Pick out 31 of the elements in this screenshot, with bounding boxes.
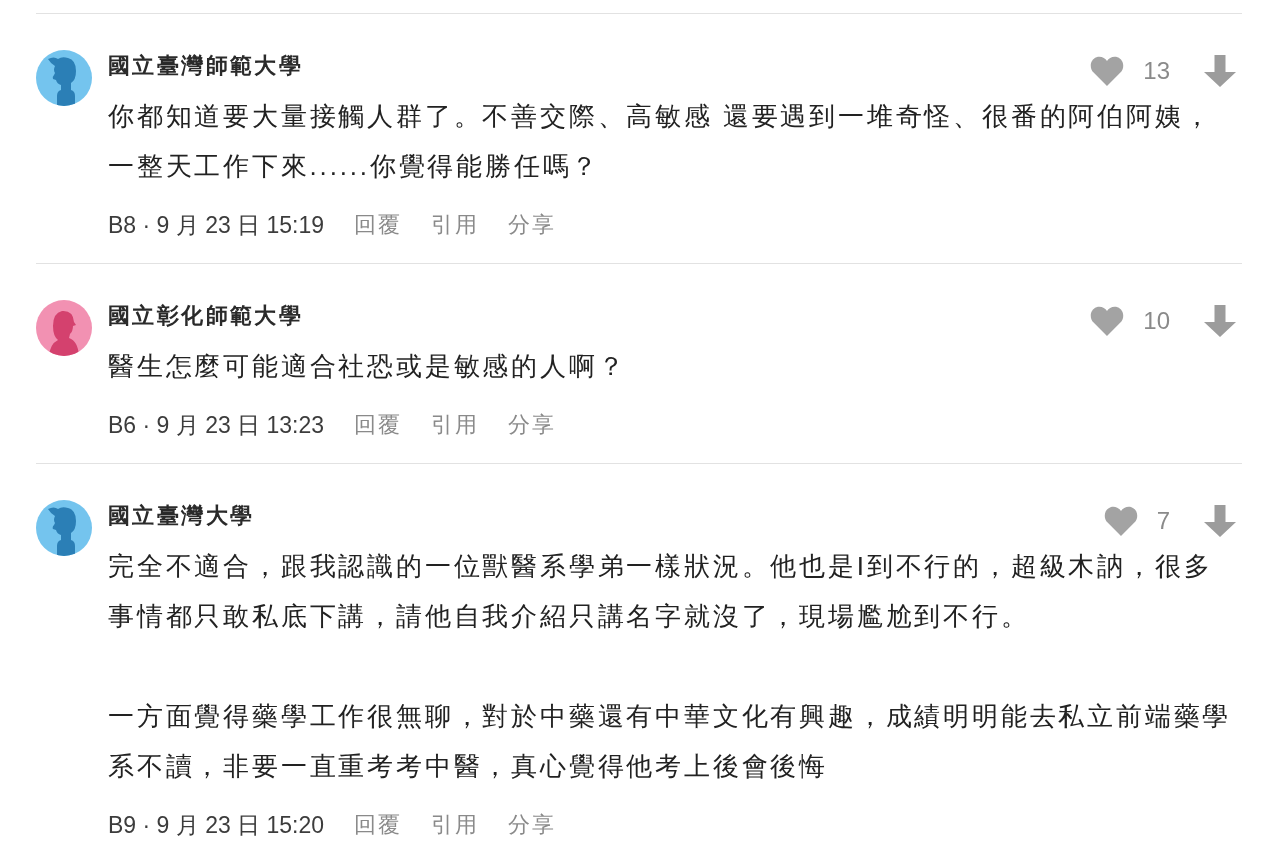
comment-text: 醫生怎麼可能適合社恐或是敏感的人啊？ [108,350,628,383]
author-name: 國立臺灣大學 [108,502,255,530]
action-link[interactable]: 分享 [508,208,556,242]
action-link[interactable]: 回覆 [354,408,402,442]
action-link[interactable]: 引用 [431,408,479,442]
action-link[interactable]: 分享 [508,408,556,442]
post-info: B9 · 9 月 23 日 15:20 [108,811,325,840]
comment-text: 一方面覺得藥學工作很無聊，對於中藥還有中華文化有興趣，成績明明能去私立前端藥學系不讀，非要一直重考考中醫，真心覺得他考上後會後悔 [108,700,1233,783]
down-arrow-icon[interactable] [1204,505,1236,537]
heart-icon[interactable] [1103,506,1138,536]
heart-icon[interactable] [1090,306,1125,336]
avatar-icon [36,300,92,356]
down-arrow-icon[interactable] [1204,305,1236,337]
action-link[interactable]: 引用 [431,208,479,242]
like-count: 7 [1156,506,1170,536]
action-link[interactable]: 分享 [508,808,556,842]
action-link[interactable]: 回覆 [354,808,402,842]
down-arrow-icon[interactable] [1204,55,1236,87]
action-link[interactable]: 回覆 [354,208,402,242]
avatar-icon [36,50,92,106]
like-count: 13 [1143,56,1170,86]
post-info: B8 · 9 月 23 日 15:19 [108,211,325,240]
author-name: 國立彰化師範大學 [108,302,304,330]
comment-text: 你都知道要大量接觸人群了。不善交際、高敏感 還要遇到一堆奇怪、很番的阿伯阿姨，一整天工作下來......你覺得能勝任嗎？ [108,100,1214,183]
author-name: 國立臺灣師範大學 [108,52,304,80]
heart-icon[interactable] [1090,56,1125,86]
action-link[interactable]: 引用 [431,808,479,842]
comment-text: 完全不適合，跟我認識的一位獸醫系學弟一樣狀況。他也是I到不行的，超級木訥，很多事情都只敢私底下講，請他自我介紹只講名字就沒了，現場尷尬到不行。 [108,550,1214,633]
like-count: 10 [1143,306,1170,336]
post-info: B6 · 9 月 23 日 13:23 [108,411,325,440]
avatar-icon [36,500,92,556]
